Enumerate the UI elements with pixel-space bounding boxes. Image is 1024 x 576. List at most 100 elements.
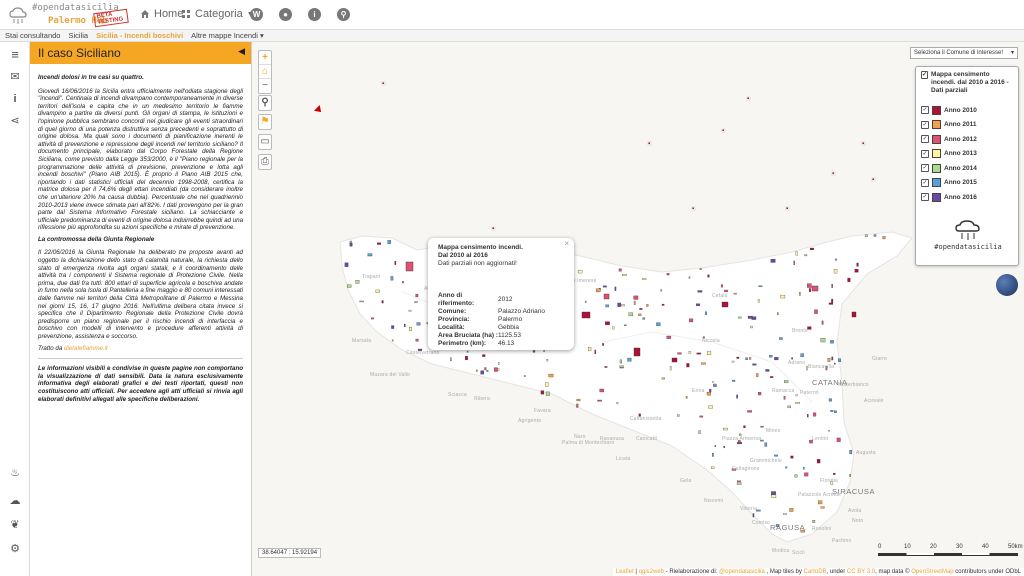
fire-polygon[interactable] (403, 323, 406, 328)
fire-polygon[interactable] (639, 308, 643, 310)
legend-checkbox[interactable]: ✓ (921, 120, 929, 129)
breadcrumb-incendi[interactable]: Sicilia - Incendi boschivi (96, 31, 183, 40)
fire-polygon[interactable] (811, 285, 819, 292)
fire-polygon[interactable] (581, 311, 591, 319)
fire-polygon[interactable] (720, 284, 723, 288)
fire-polygon[interactable] (833, 269, 838, 274)
fire-polygon[interactable] (702, 336, 705, 339)
fire-polygon[interactable] (355, 280, 360, 284)
fire-polygon[interactable] (752, 513, 755, 518)
fire-polygon[interactable] (807, 414, 809, 418)
fire-polygon[interactable] (627, 357, 632, 362)
fire-polygon[interactable] (476, 369, 478, 372)
fire-polygon[interactable] (736, 356, 740, 359)
fire-polygon[interactable] (367, 253, 373, 257)
fire-polygon[interactable] (669, 366, 672, 371)
fire-polygon[interactable] (416, 322, 421, 326)
fire-polygon[interactable] (677, 414, 680, 417)
fire-polygon[interactable] (602, 285, 607, 288)
fire-polygon[interactable] (743, 425, 746, 428)
fire-polygon[interactable] (837, 358, 842, 362)
legend-item[interactable]: ✓ Anno 2012 (921, 132, 1013, 147)
cc-link[interactable]: CC BY 3.0 (847, 569, 875, 575)
fire-polygon[interactable] (619, 359, 622, 364)
fire-polygon[interactable] (807, 326, 812, 330)
legend-checkbox[interactable]: ✓ (921, 135, 929, 144)
zoom-out-button[interactable]: − (259, 79, 271, 93)
fire-polygon[interactable] (833, 473, 836, 475)
fire-polygon[interactable] (709, 389, 712, 393)
legend-checkbox[interactable]: ✓ (921, 106, 929, 115)
fire-polygon[interactable] (576, 403, 579, 408)
share-icon[interactable]: ⋖ (8, 114, 22, 128)
fire-polygon[interactable] (862, 142, 865, 145)
fire-polygon[interactable] (847, 277, 851, 282)
fire-polygon[interactable] (736, 480, 741, 483)
opendatasicilia-logo[interactable]: #opendatasicilia Palermo Hub BETA TESTIN… (8, 3, 129, 28)
fire-polygon[interactable] (785, 466, 788, 469)
fire-polygon[interactable] (832, 172, 835, 175)
fire-polygon[interactable] (686, 363, 690, 368)
fire-polygon[interactable] (494, 367, 498, 372)
fire-polygon[interactable] (698, 430, 701, 434)
legend-item[interactable]: ✓ Anno 2016 (921, 190, 1013, 205)
print-icon[interactable]: ⎙ (259, 155, 271, 169)
fire-polygon[interactable] (800, 353, 804, 358)
fire-polygon[interactable] (618, 268, 622, 272)
fire-polygon[interactable] (758, 392, 762, 396)
fire-polygon[interactable] (807, 283, 812, 288)
wordpress-icon[interactable]: W (250, 8, 263, 21)
fire-polygon[interactable] (752, 363, 757, 366)
fire-polygon[interactable] (612, 326, 615, 330)
fire-polygon[interactable] (381, 300, 384, 304)
fire-polygon[interactable] (836, 437, 841, 442)
fire-polygon[interactable] (872, 178, 875, 181)
fire-polygon[interactable] (771, 494, 777, 499)
fire-polygon[interactable] (671, 357, 678, 363)
fire-polygon[interactable] (770, 258, 776, 263)
fire-polygon[interactable] (804, 472, 809, 477)
fire-polygon[interactable] (387, 240, 391, 244)
fire-polygon[interactable] (820, 338, 826, 343)
fire-polygon[interactable] (390, 276, 394, 281)
legend-item[interactable]: ✓ Anno 2013 (921, 147, 1013, 162)
source-link[interactable]: dietatefiamme.it (64, 345, 108, 352)
legend-item[interactable]: ✓ Anno 2014 (921, 161, 1013, 176)
cartodb-link[interactable]: CartoDB (804, 569, 827, 575)
fire-polygon[interactable] (699, 268, 702, 270)
fire-polygon[interactable] (382, 82, 385, 85)
fire-polygon[interactable] (849, 450, 853, 455)
fire-polygon[interactable] (548, 373, 554, 378)
breadcrumb-altre-mappe[interactable]: Altre mappe Incendi ▾ (191, 31, 264, 40)
fire-polygon[interactable] (809, 439, 813, 444)
fire-polygon[interactable] (813, 412, 817, 417)
fire-polygon[interactable] (770, 376, 774, 378)
fire-polygon[interactable] (707, 351, 712, 355)
fire-polygon[interactable] (405, 261, 414, 272)
fire-polygon[interactable] (486, 370, 489, 372)
fire-polygon[interactable] (723, 446, 725, 449)
fire-polygon[interactable] (806, 365, 808, 371)
fire-polygon[interactable] (769, 354, 773, 358)
fire-polygon[interactable] (415, 293, 419, 298)
fire-polygon[interactable] (480, 370, 485, 375)
legend-item[interactable]: ✓ Anno 2015 (921, 176, 1013, 191)
fire-polygon[interactable] (359, 300, 364, 303)
fire-polygon[interactable] (587, 347, 592, 352)
fire-polygon[interactable] (783, 396, 786, 400)
fire-polygon[interactable] (484, 367, 487, 371)
fire-polygon[interactable] (708, 405, 713, 409)
fire-polygon[interactable] (546, 359, 549, 362)
fire-polygon[interactable] (394, 261, 397, 265)
fire-polygon[interactable] (677, 352, 682, 355)
fire-polygon[interactable] (584, 300, 587, 303)
fire-polygon[interactable] (828, 398, 832, 402)
fire-polygon[interactable] (820, 506, 825, 509)
fire-polygon[interactable] (831, 356, 834, 361)
cloud-icon[interactable]: ☁ (8, 494, 22, 508)
fire-polygon[interactable] (774, 357, 779, 361)
fire-polygon[interactable] (760, 425, 764, 428)
fire-polygon[interactable] (656, 322, 661, 327)
fire-polygon[interactable] (835, 258, 837, 261)
nav-categoria[interactable]: Categoria ▼ (181, 8, 254, 20)
